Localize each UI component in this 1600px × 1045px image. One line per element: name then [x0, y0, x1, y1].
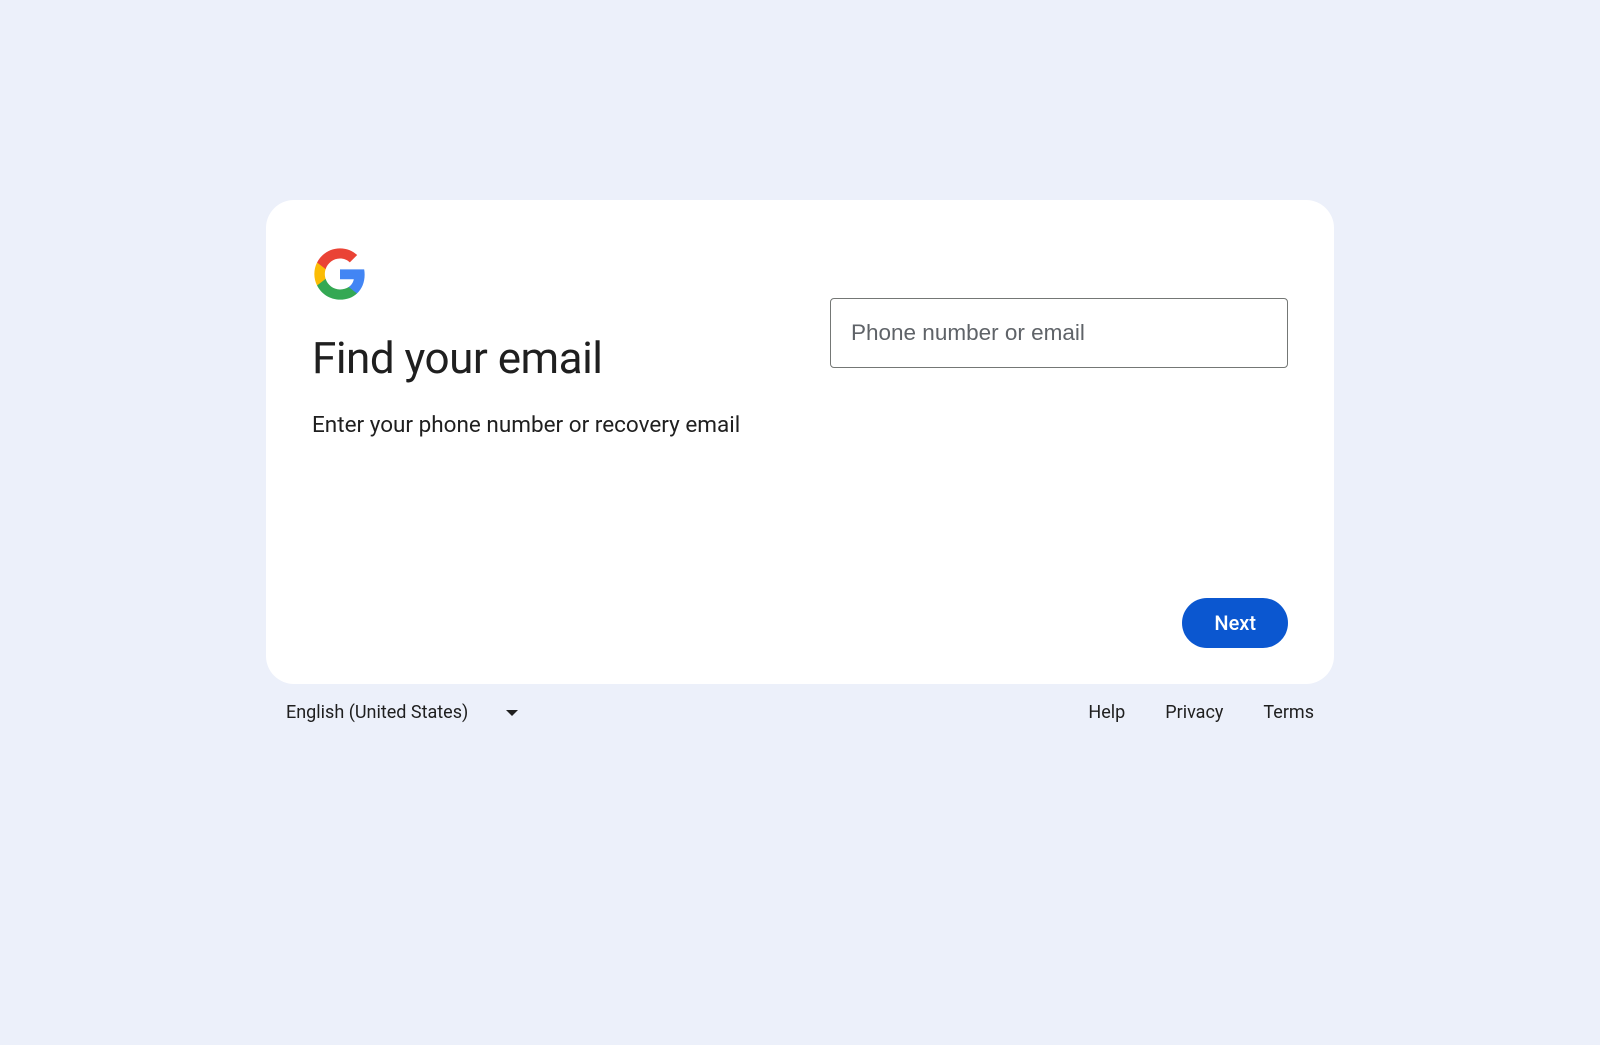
input-wrapper — [830, 298, 1288, 368]
language-selector[interactable]: English (United States) — [286, 702, 518, 723]
chevron-down-icon — [506, 710, 518, 716]
footer: English (United States) Help Privacy Ter… — [266, 702, 1334, 723]
help-link[interactable]: Help — [1088, 702, 1125, 723]
phone-or-email-input[interactable] — [830, 298, 1288, 368]
button-row: Next — [312, 598, 1288, 648]
content-row: Find your email Enter your phone number … — [312, 246, 1288, 438]
privacy-link[interactable]: Privacy — [1165, 702, 1223, 723]
terms-link[interactable]: Terms — [1263, 702, 1314, 723]
right-column — [830, 246, 1288, 438]
google-logo-icon — [312, 246, 368, 302]
signin-card: Find your email Enter your phone number … — [266, 200, 1334, 684]
language-label: English (United States) — [286, 702, 468, 723]
page-subtitle: Enter your phone number or recovery emai… — [312, 412, 770, 438]
footer-links: Help Privacy Terms — [1088, 702, 1314, 723]
next-button[interactable]: Next — [1182, 598, 1288, 648]
left-column: Find your email Enter your phone number … — [312, 246, 770, 438]
page-title: Find your email — [312, 332, 770, 384]
